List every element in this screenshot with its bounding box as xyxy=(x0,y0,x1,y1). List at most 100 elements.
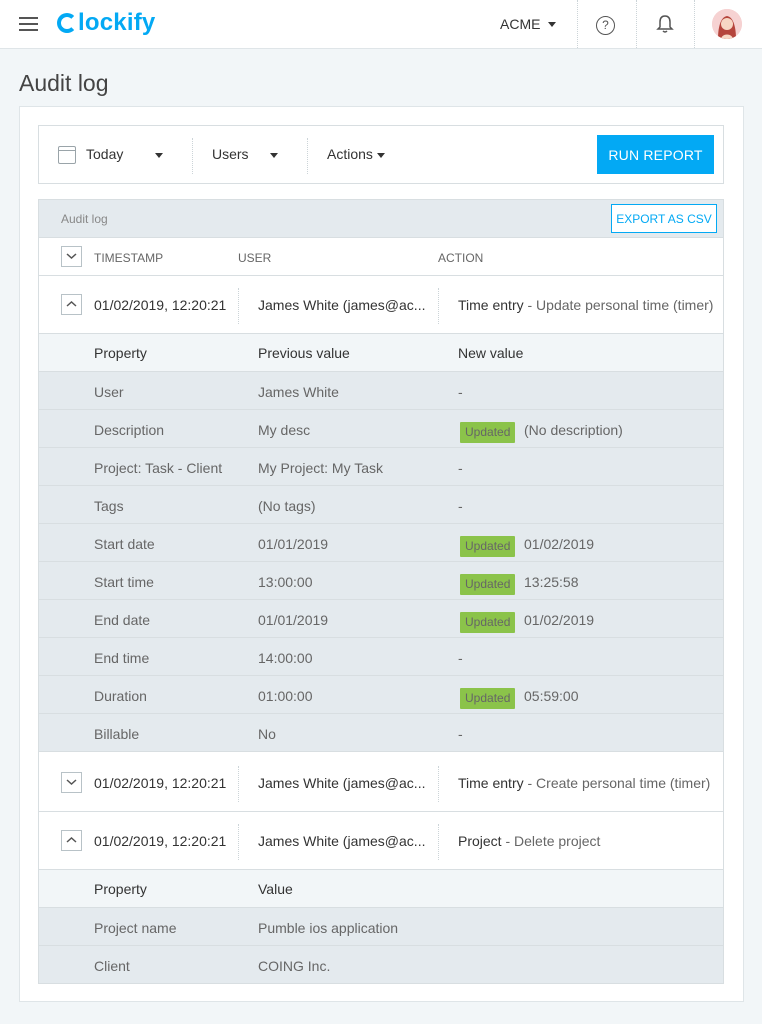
detail-header-row: Property Previous value New value xyxy=(39,334,723,372)
chevron-down-icon xyxy=(66,253,77,260)
detail-header-previous: Previous value xyxy=(258,345,350,361)
property-row: Billable No - xyxy=(39,714,723,752)
property-new-value: 01/02/2019 xyxy=(524,536,595,552)
help-icon[interactable]: ? xyxy=(596,16,615,35)
entry-user: James White (james@ac... xyxy=(258,297,426,313)
property-previous-value: 01/01/2019 xyxy=(258,612,329,628)
property-row: Project: Task - Client My Project: My Tas… xyxy=(39,448,723,486)
chevron-down-icon[interactable] xyxy=(270,153,278,158)
collapse-toggle[interactable] xyxy=(61,830,82,851)
property-row: Description My desc Updated (No description… xyxy=(39,410,723,448)
column-timestamp[interactable]: TIMESTAMP xyxy=(94,251,163,265)
filter-bar: Today Users Actions RUN REPORT xyxy=(38,125,724,184)
property-previous-value: 01/01/2019 xyxy=(258,536,329,552)
actions-filter-label: Actions xyxy=(327,146,373,162)
property-name: End date xyxy=(94,612,151,628)
property-name: Project: Task - Client xyxy=(94,460,223,476)
property-previous-value: 13:00:00 xyxy=(258,574,313,590)
chevron-up-icon xyxy=(66,836,77,843)
cell-divider xyxy=(438,824,439,860)
calendar-icon[interactable] xyxy=(58,146,76,164)
entry-timestamp: 01/02/2019, 12:20:21 xyxy=(94,833,227,849)
property-name: End time xyxy=(94,650,150,666)
detail-header-new: New value xyxy=(458,345,524,361)
property-previous-value: Pumble ios application xyxy=(258,920,399,936)
entry-user: James White (james@ac... xyxy=(258,775,426,791)
updated-badge: Updated xyxy=(460,688,516,709)
expand-toggle[interactable] xyxy=(61,772,82,793)
chevron-down-icon xyxy=(548,22,557,27)
date-filter[interactable]: Today xyxy=(86,146,123,162)
entry-timestamp: 01/02/2019, 12:20:21 xyxy=(94,297,227,313)
cell-divider xyxy=(438,288,439,324)
property-name: Project name xyxy=(94,920,177,936)
property-row: Start time 13:00:00 Updated 13:25:58 xyxy=(39,562,723,600)
menu-icon[interactable] xyxy=(19,17,38,31)
property-new-value: 05:59:00 xyxy=(524,688,579,704)
entry-action-detail: - Create personal time (timer) xyxy=(527,775,711,791)
property-row: Duration 01:00:00 Updated 05:59:00 xyxy=(39,676,723,714)
property-row: Tags (No tags) - xyxy=(39,486,723,524)
cell-divider xyxy=(238,824,239,860)
run-report-button[interactable]: RUN REPORT xyxy=(597,135,714,174)
cell-divider xyxy=(238,766,239,802)
export-csv-button[interactable]: EXPORT AS CSV xyxy=(611,204,717,233)
actions-filter[interactable]: Actions xyxy=(327,146,373,162)
entry-action-detail: - Update personal time (timer) xyxy=(527,297,714,313)
entry-action-type: Project xyxy=(458,833,502,849)
property-previous-value: 14:00:00 xyxy=(258,650,313,666)
date-filter-label: Today xyxy=(86,146,124,162)
bell-icon[interactable] xyxy=(656,14,674,34)
clockify-logo[interactable]: lockify xyxy=(57,9,155,37)
column-user[interactable]: USER xyxy=(238,251,271,265)
detail-header-value: Value xyxy=(258,881,293,897)
updated-badge: Updated xyxy=(460,612,516,633)
report-title: Audit log xyxy=(61,212,108,226)
property-new-value: (No description) xyxy=(524,422,623,438)
property-name: Start date xyxy=(94,536,155,552)
property-row: End time 14:00:00 - xyxy=(39,638,723,676)
entry-action-type: Time entry xyxy=(458,297,524,313)
property-name: Billable xyxy=(94,726,140,742)
column-action[interactable]: ACTION xyxy=(438,251,483,265)
property-name: Client xyxy=(94,958,130,974)
header-divider xyxy=(636,0,637,48)
chevron-down-icon[interactable] xyxy=(155,153,163,158)
property-new-value: - xyxy=(458,726,463,742)
property-row: Project name Pumble ios application xyxy=(39,908,723,946)
property-name: Duration xyxy=(94,688,147,704)
property-previous-value: (No tags) xyxy=(258,498,316,514)
entry-user: James White (james@ac... xyxy=(258,833,426,849)
header-divider xyxy=(694,0,695,48)
property-name: Tags xyxy=(94,498,124,514)
property-new-value: - xyxy=(458,498,463,514)
table-row[interactable]: 01/02/2019, 12:20:21 James White (james@… xyxy=(39,754,723,812)
property-new-value: 13:25:58 xyxy=(524,574,579,590)
updated-badge: Updated xyxy=(460,574,516,595)
report-header: Audit log EXPORT AS CSV xyxy=(39,200,723,238)
entry-action: Time entry - Create personal time (timer… xyxy=(458,775,710,791)
chevron-up-icon xyxy=(66,300,77,307)
property-previous-value: 01:00:00 xyxy=(258,688,313,704)
property-new-value: - xyxy=(458,650,463,666)
chevron-down-icon xyxy=(66,779,77,786)
collapse-toggle[interactable] xyxy=(61,294,82,315)
property-name: Start time xyxy=(94,574,154,590)
property-row: Start date 01/01/2019 Updated 01/02/2019 xyxy=(39,524,723,562)
workspace-selector[interactable]: ACME xyxy=(500,16,557,32)
expand-all-toggle[interactable] xyxy=(61,246,82,267)
table-row[interactable]: 01/02/2019, 12:20:21 James White (james@… xyxy=(39,276,723,334)
property-previous-value: No xyxy=(258,726,276,742)
table-row[interactable]: 01/02/2019, 12:20:21 James White (james@… xyxy=(39,812,723,870)
property-new-value: 01/02/2019 xyxy=(524,612,595,628)
property-previous-value: James White xyxy=(258,384,339,400)
property-name: User xyxy=(94,384,124,400)
avatar[interactable] xyxy=(712,9,742,39)
column-header-row: TIMESTAMP USER ACTION xyxy=(39,238,723,276)
cell-divider xyxy=(438,766,439,802)
cell-divider xyxy=(238,288,239,324)
chevron-down-icon[interactable] xyxy=(377,153,385,158)
logo-c-mark xyxy=(57,13,77,33)
users-filter[interactable]: Users xyxy=(212,146,249,162)
updated-badge: Updated xyxy=(460,422,516,443)
